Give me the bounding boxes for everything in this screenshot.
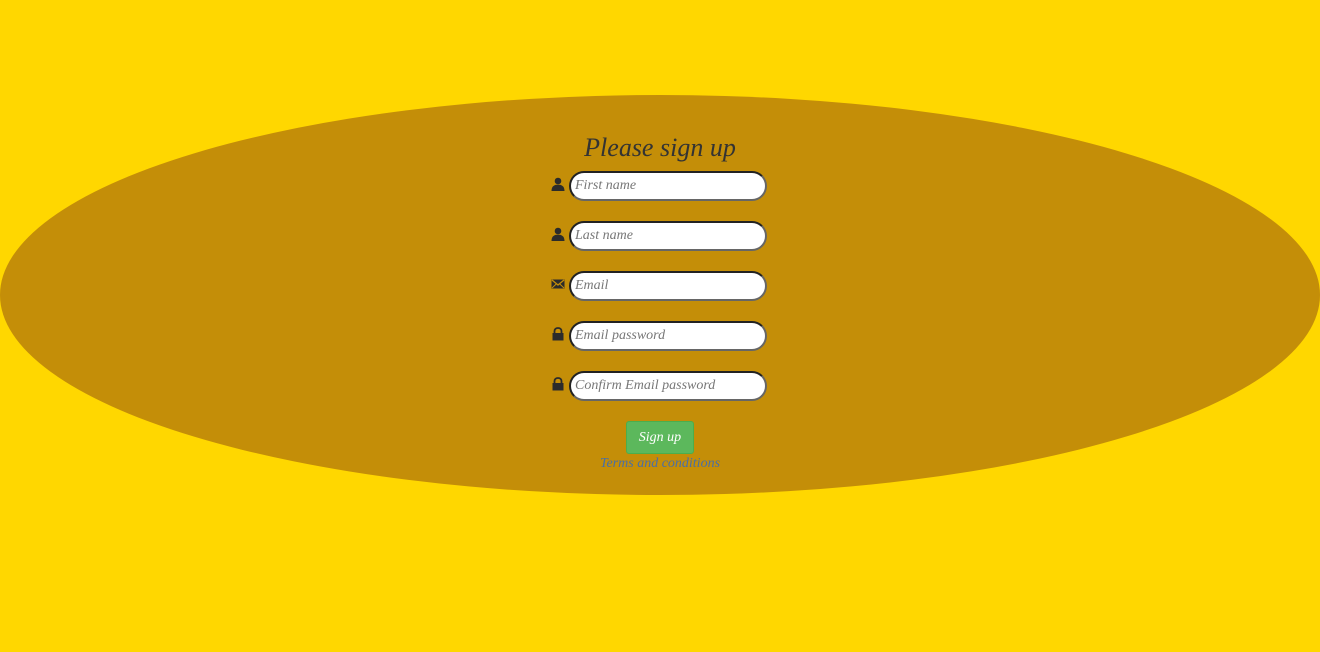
terms-link[interactable]: Terms and conditions	[600, 456, 720, 471]
first-name-input[interactable]	[569, 171, 767, 201]
signup-form: Please sign up First name Last name Emai…	[0, 0, 1320, 652]
lock-icon	[551, 327, 565, 341]
user-icon	[551, 177, 565, 191]
email-password-input[interactable]	[569, 321, 767, 351]
user-icon	[551, 227, 565, 241]
page: Please sign up First name Last name Emai…	[0, 0, 1320, 652]
terms-row: Terms and conditions	[0, 456, 1320, 472]
email-input[interactable]	[569, 271, 767, 301]
form-title: Please sign up	[584, 133, 736, 162]
last-name-row	[549, 221, 771, 251]
envelope-icon	[551, 277, 565, 291]
confirm-password-row	[549, 371, 771, 401]
first-name-row	[549, 171, 771, 201]
email-row	[549, 271, 771, 301]
password-row	[549, 321, 771, 351]
sign-up-button[interactable]: Sign up	[626, 421, 694, 454]
last-name-input[interactable]	[569, 221, 767, 251]
confirm-email-password-input[interactable]	[569, 371, 767, 401]
lock-icon	[551, 377, 565, 391]
